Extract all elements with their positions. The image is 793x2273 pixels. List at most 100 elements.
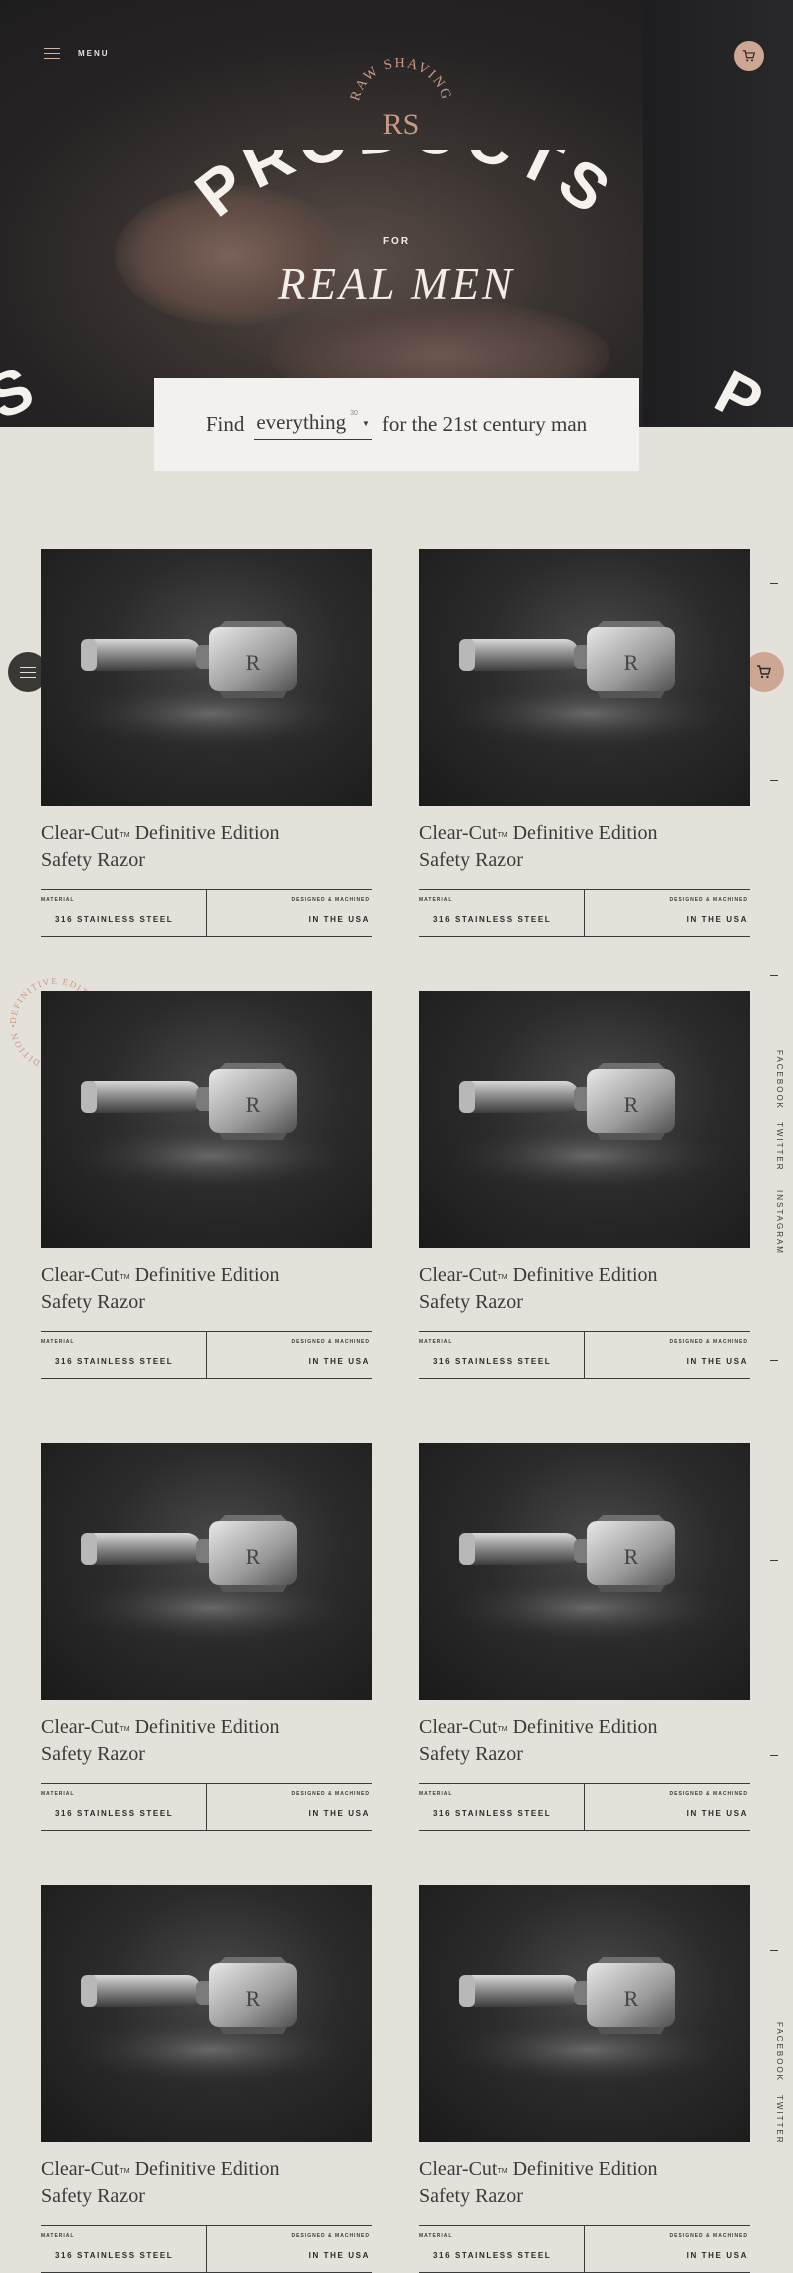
page-title: PRODUCTS bbox=[190, 150, 620, 230]
spec-origin: DESIGNED & MACHINED IN THE USA bbox=[585, 2226, 750, 2272]
category-selected: everything bbox=[256, 409, 347, 434]
category-count: 30 bbox=[350, 409, 358, 417]
product-edition: Definitive Edition bbox=[129, 1264, 280, 1286]
product-card[interactable]: R Clear-CutTM Definitive Edition Safety … bbox=[41, 1885, 372, 2273]
product-edition: Definitive Edition bbox=[129, 1716, 280, 1738]
spec-value: 316 STAINLESS STEEL bbox=[433, 2251, 552, 2260]
hero-for: FOR bbox=[382, 236, 411, 247]
product-image[interactable]: R bbox=[419, 1443, 750, 1700]
cart-icon bbox=[757, 665, 771, 679]
category-dropdown[interactable]: everything 30 ▼ bbox=[254, 410, 372, 440]
spec-value: 316 STAINLESS STEEL bbox=[433, 915, 552, 924]
product-image[interactable]: R bbox=[41, 1885, 372, 2142]
svg-text:R: R bbox=[246, 1092, 261, 1117]
product-specs: MATERIAL 316 STAINLESS STEEL DESIGNED & … bbox=[419, 2225, 750, 2273]
brand-name: RAW SHAVING bbox=[348, 58, 452, 103]
hero-edge-letter-left: S bbox=[0, 353, 44, 427]
menu-label: MENU bbox=[78, 49, 110, 58]
product-title[interactable]: Clear-CutTM Definitive Edition Safety Ra… bbox=[419, 2156, 750, 2210]
product-name: Clear-Cut bbox=[419, 1264, 498, 1286]
product-title[interactable]: Clear-CutTM Definitive Edition Safety Ra… bbox=[419, 820, 750, 874]
spec-origin: DESIGNED & MACHINED IN THE USA bbox=[207, 1784, 372, 1830]
spec-material: MATERIAL 316 STAINLESS STEEL bbox=[41, 890, 207, 936]
trademark: TM bbox=[497, 2168, 508, 2175]
product-specs: MATERIAL 316 STAINLESS STEEL DESIGNED & … bbox=[41, 889, 372, 937]
product-specs: MATERIAL 316 STAINLESS STEEL DESIGNED & … bbox=[419, 1331, 750, 1379]
razor-image: R bbox=[439, 1063, 739, 1191]
spec-label: DESIGNED & MACHINED bbox=[291, 897, 370, 903]
menu-button[interactable]: MENU bbox=[44, 48, 110, 59]
product-title[interactable]: Clear-CutTM Definitive Edition Safety Ra… bbox=[41, 1262, 372, 1316]
spec-value: 316 STAINLESS STEEL bbox=[55, 2251, 174, 2260]
spec-value: 316 STAINLESS STEEL bbox=[55, 1357, 174, 1366]
product-title[interactable]: Clear-CutTM Definitive Edition Safety Ra… bbox=[419, 1714, 750, 1768]
product-image[interactable]: R bbox=[41, 991, 372, 1248]
product-card[interactable]: R Clear-CutTM Definitive Edition Safety … bbox=[419, 549, 750, 937]
spec-value: IN THE USA bbox=[686, 1809, 748, 1818]
spec-label: MATERIAL bbox=[419, 1791, 453, 1797]
product-image[interactable]: R bbox=[41, 549, 372, 806]
product-type: Safety Razor bbox=[41, 1743, 145, 1765]
product-image[interactable]: R bbox=[419, 549, 750, 806]
product-filter: Find everything 30 ▼ for the 21st centur… bbox=[154, 378, 639, 471]
product-image[interactable]: R bbox=[41, 1443, 372, 1700]
facebook-link[interactable]: FACEBOOK bbox=[764, 2022, 784, 2082]
product-card[interactable]: R Clear-CutTM Definitive Edition Safety … bbox=[419, 1885, 750, 2273]
product-image[interactable]: R bbox=[419, 991, 750, 1248]
product-card[interactable]: R Clear-CutTM Definitive Edition Safety … bbox=[41, 1443, 372, 1831]
instagram-link[interactable]: INSTAGRAM bbox=[764, 1190, 784, 1255]
cart-button[interactable] bbox=[734, 41, 764, 71]
product-type: Safety Razor bbox=[41, 1291, 145, 1313]
product-card[interactable]: R Clear-CutTM Definitive Edition Safety … bbox=[419, 991, 750, 1379]
product-edition: Definitive Edition bbox=[507, 2158, 658, 2180]
product-specs: MATERIAL 316 STAINLESS STEEL DESIGNED & … bbox=[41, 2225, 372, 2273]
product-type: Safety Razor bbox=[419, 2185, 523, 2207]
twitter-link[interactable]: TWITTER bbox=[764, 1122, 784, 1172]
product-edition: Definitive Edition bbox=[507, 1264, 658, 1286]
twitter-link[interactable]: TWITTER bbox=[764, 2095, 784, 2145]
product-card[interactable]: R Clear-CutTM Definitive Edition Safety … bbox=[41, 549, 372, 937]
side-divider bbox=[770, 780, 778, 781]
floating-cart-button[interactable] bbox=[744, 652, 784, 692]
product-name: Clear-Cut bbox=[41, 822, 120, 844]
spec-material: MATERIAL 316 STAINLESS STEEL bbox=[41, 1784, 207, 1830]
product-name: Clear-Cut bbox=[41, 1716, 120, 1738]
product-card[interactable]: R Clear-CutTM Definitive Edition Safety … bbox=[41, 991, 372, 1379]
spec-origin: DESIGNED & MACHINED IN THE USA bbox=[207, 2226, 372, 2272]
product-specs: MATERIAL 316 STAINLESS STEEL DESIGNED & … bbox=[419, 889, 750, 937]
trademark: TM bbox=[497, 832, 508, 839]
spec-material: MATERIAL 316 STAINLESS STEEL bbox=[41, 2226, 207, 2272]
product-type: Safety Razor bbox=[419, 1743, 523, 1765]
spec-origin: DESIGNED & MACHINED IN THE USA bbox=[207, 1332, 372, 1378]
facebook-link[interactable]: FACEBOOK bbox=[764, 1050, 784, 1110]
hamburger-icon bbox=[20, 666, 36, 678]
razor-image: R bbox=[61, 1957, 361, 2085]
side-divider bbox=[770, 1360, 778, 1361]
product-type: Safety Razor bbox=[41, 2185, 145, 2207]
product-name: Clear-Cut bbox=[419, 2158, 498, 2180]
spec-origin: DESIGNED & MACHINED IN THE USA bbox=[585, 1784, 750, 1830]
product-image[interactable]: R bbox=[419, 1885, 750, 2142]
svg-text:RAW SHAVING: RAW SHAVING bbox=[348, 58, 454, 103]
spec-value: IN THE USA bbox=[308, 2251, 370, 2260]
razor-image: R bbox=[439, 1957, 739, 2085]
spec-label: DESIGNED & MACHINED bbox=[669, 1339, 748, 1345]
product-title[interactable]: Clear-CutTM Definitive Edition Safety Ra… bbox=[41, 1714, 372, 1768]
spec-label: DESIGNED & MACHINED bbox=[669, 2233, 748, 2239]
spec-label: MATERIAL bbox=[41, 2233, 75, 2239]
spec-value: 316 STAINLESS STEEL bbox=[433, 1809, 552, 1818]
product-title[interactable]: Clear-CutTM Definitive Edition Safety Ra… bbox=[41, 820, 372, 874]
side-divider bbox=[770, 1950, 778, 1951]
filter-tail: for the 21st century man bbox=[381, 412, 588, 436]
spec-value: 316 STAINLESS STEEL bbox=[55, 915, 174, 924]
spec-origin: DESIGNED & MACHINED IN THE USA bbox=[207, 890, 372, 936]
trademark: TM bbox=[119, 832, 130, 839]
spec-value: IN THE USA bbox=[686, 915, 748, 924]
trademark: TM bbox=[497, 1726, 508, 1733]
product-title[interactable]: Clear-CutTM Definitive Edition Safety Ra… bbox=[419, 1262, 750, 1316]
spec-origin: DESIGNED & MACHINED IN THE USA bbox=[585, 890, 750, 936]
product-title[interactable]: Clear-CutTM Definitive Edition Safety Ra… bbox=[41, 2156, 372, 2210]
svg-text:R: R bbox=[624, 1092, 639, 1117]
svg-text:R: R bbox=[624, 650, 639, 675]
product-card[interactable]: R Clear-CutTM Definitive Edition Safety … bbox=[419, 1443, 750, 1831]
